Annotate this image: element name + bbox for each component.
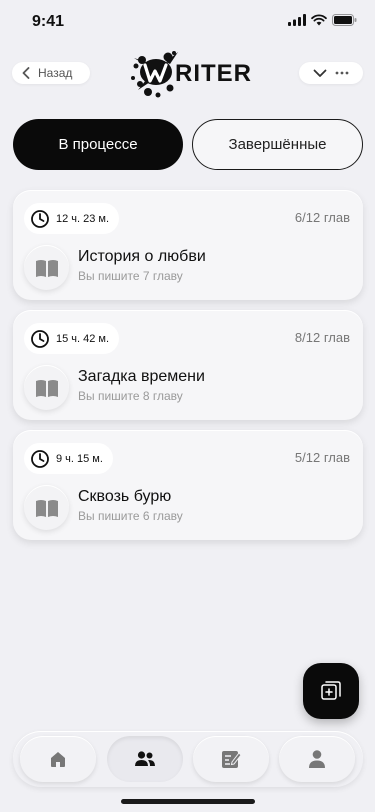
chapter-progress: 8/12 глав [294,330,350,345]
story-title: История о любви [78,248,206,265]
status-bar: 9:41 [0,0,375,44]
story-subtitle: Вы пишите 6 главу [78,509,183,523]
story-subtitle: Вы пишите 8 главу [78,389,183,403]
nav-users[interactable] [107,736,183,782]
status-icons [288,14,357,26]
signal-icon [288,14,306,26]
book-button[interactable] [24,365,69,410]
writer-logo: RITER [131,51,252,98]
chapter-progress: 6/12 глав [294,210,350,225]
home-icon [51,752,65,767]
more-dots-icon [335,71,349,75]
book-icon [35,379,58,397]
book-icon [35,499,58,517]
tab-in-progress[interactable]: В процессе [13,119,183,170]
bottom-nav [13,731,363,787]
timer-text: 9 ч. 15 м. [56,452,103,465]
status-time: 9:41 [32,13,65,30]
add-note-icon [321,681,341,700]
more-menu-button[interactable] [299,62,363,84]
book-icon [35,259,58,277]
chevron-down-icon [313,69,327,77]
chevron-left-icon [22,67,30,79]
battery-icon [332,14,357,26]
nav-edit[interactable] [193,736,269,782]
timer-pill: 15 ч. 42 м. [24,323,120,354]
header: Назад RITER [0,50,375,98]
clock-icon [31,329,49,348]
back-button[interactable]: Назад [12,62,90,84]
timer-text: 15 ч. 42 м. [56,332,110,345]
clock-icon [31,209,49,228]
users-icon [135,751,155,766]
tab-completed[interactable]: Завершённые [192,119,363,170]
wifi-icon [311,14,327,26]
timer-pill: 12 ч. 23 м. [24,203,120,234]
story-title: Сквозь бурю [78,488,172,505]
svg-text:RITER: RITER [175,60,252,87]
story-card[interactable]: 9 ч. 15 м. 5/12 глав Сквозь бурю Вы пиши… [13,430,363,540]
story-card[interactable]: 15 ч. 42 м. 8/12 глав Загадка времени Вы… [13,310,363,420]
nav-home[interactable] [20,736,96,782]
story-subtitle: Вы пишите 7 главу [78,269,183,283]
book-button[interactable] [24,245,69,290]
edit-icon [222,751,241,768]
nav-profile[interactable] [279,736,355,782]
profile-icon [309,750,325,768]
book-button[interactable] [24,485,69,530]
home-indicator [121,799,255,804]
story-title: Загадка времени [78,368,205,385]
timer-pill: 9 ч. 15 м. [24,443,113,474]
story-card[interactable]: 12 ч. 23 м. 6/12 глав История о любви Вы… [13,190,363,300]
clock-icon [31,449,49,468]
tab-bar: В процессе Завершённые [13,119,363,171]
back-label: Назад [38,66,73,80]
new-story-button[interactable] [303,663,359,719]
timer-text: 12 ч. 23 м. [56,212,110,225]
chapter-progress: 5/12 глав [294,450,350,465]
